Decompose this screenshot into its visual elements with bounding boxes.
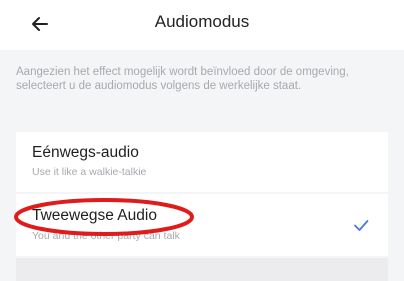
top-bar: Audiomodus: [0, 0, 404, 50]
option-subtitle: Use it like a walkie-talkie: [32, 166, 147, 178]
option-one-way-audio[interactable]: Eénwegs-audio Use it like a walkie-talki…: [16, 132, 388, 192]
option-two-way-audio[interactable]: Tweewegse Audio You and the other party …: [16, 194, 388, 256]
checkmark-icon: [354, 220, 369, 231]
list-footer-band: [16, 258, 388, 281]
option-title: Tweewegse Audio: [32, 207, 157, 224]
option-title: Eénwegs-audio: [32, 144, 139, 161]
option-subtitle: You and the other party can talk: [32, 230, 180, 242]
description-text: Aangezien het effect mogelijk wordt beïn…: [16, 66, 349, 92]
page-title: Audiomodus: [154, 12, 250, 31]
